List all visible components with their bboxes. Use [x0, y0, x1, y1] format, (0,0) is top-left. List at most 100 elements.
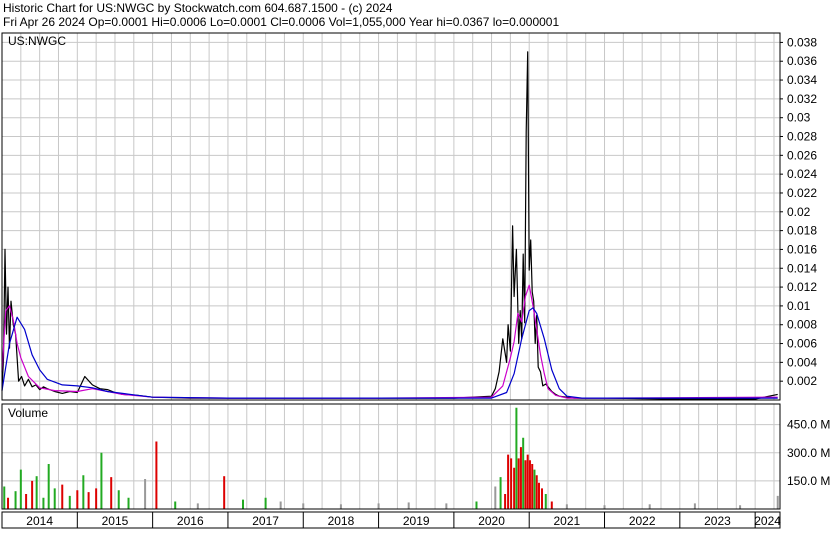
y-tick-label: 0.02	[787, 205, 811, 219]
axis-labels: 2014 2015 2016 2017 2018 2019 2020 2021 2022 2023…	[8, 34, 830, 528]
volume-bar	[494, 486, 497, 509]
volume-bar	[526, 454, 529, 509]
volume-bar	[264, 497, 267, 509]
volume-bar	[510, 458, 513, 509]
y-tick-label: 0.014	[787, 261, 817, 275]
volume-bar	[117, 490, 120, 509]
x-tick-label: 2024	[754, 514, 781, 528]
y-tick-label: 0.012	[787, 280, 817, 294]
x-tick-label: 2017	[252, 514, 279, 528]
volume-bar	[445, 503, 448, 509]
volume-bar	[535, 475, 538, 509]
y-tick-label: 0.016	[787, 242, 817, 256]
volume-bar	[242, 499, 245, 509]
volume-bars	[3, 407, 779, 509]
volume-bar	[82, 475, 85, 509]
volume-bar	[19, 469, 22, 509]
y-tick-label: 0.026	[787, 148, 817, 162]
volume-bar	[565, 504, 568, 509]
volume-bar	[61, 484, 64, 509]
volume-bar	[739, 505, 742, 509]
volume-bar	[100, 452, 103, 509]
volume-bar	[25, 494, 28, 509]
volume-bar	[76, 490, 79, 509]
volume-panel-label: Volume	[8, 406, 48, 420]
y-tick-label: 0.018	[787, 224, 817, 238]
volume-bar	[174, 501, 177, 509]
x-tick-label: 2019	[403, 514, 430, 528]
volume-tick-label: 450.0 M	[787, 418, 830, 432]
volume-bar	[515, 407, 518, 509]
volume-bar	[42, 497, 45, 509]
volume-bar	[3, 486, 6, 509]
volume-bar	[533, 469, 536, 509]
volume-bar	[196, 503, 199, 509]
x-tick-label: 2020	[478, 514, 505, 528]
volume-bar	[550, 501, 553, 509]
volume-bar	[407, 502, 410, 509]
volume-bar	[513, 467, 516, 509]
volume-bar	[648, 504, 651, 509]
y-tick-label: 0.008	[787, 318, 817, 332]
volume-bar	[53, 488, 56, 509]
volume-bar	[155, 441, 158, 509]
y-tick-label: 0.034	[787, 73, 817, 87]
volume-bar	[127, 497, 130, 509]
volume-bar	[14, 491, 17, 509]
volume-bar	[776, 495, 779, 509]
y-tick-label: 0.028	[787, 130, 817, 144]
volume-bar	[7, 497, 10, 509]
y-tick-label: 0.002	[787, 374, 817, 388]
stock-chart: 2014 2015 2016 2017 2018 2019 2020 2021 2022 2023…	[1, 32, 830, 529]
price-panel-label: US:NWGC	[8, 34, 66, 48]
volume-bar	[537, 482, 540, 509]
y-tick-label: 0.036	[787, 54, 817, 68]
volume-bar	[302, 503, 305, 509]
volume-bar	[541, 488, 544, 509]
volume-bar	[693, 503, 696, 509]
volume-bar	[95, 488, 98, 509]
y-tick-label: 0.024	[787, 167, 817, 181]
y-tick-label: 0.01	[787, 299, 811, 313]
volume-bar	[475, 501, 478, 509]
price-frame	[1, 32, 781, 401]
y-tick-label: 0.03	[787, 111, 811, 125]
volume-bar	[68, 495, 71, 509]
volume-bar	[339, 504, 342, 509]
volume-bar	[522, 437, 525, 509]
y-tick-label: 0.004	[787, 355, 817, 369]
y-tick-label: 0.022	[787, 186, 817, 200]
volume-bar	[31, 480, 34, 509]
volume-bar	[504, 494, 507, 509]
x-tick-label: 2022	[629, 514, 656, 528]
volume-bar	[47, 464, 50, 509]
volume-bar	[544, 494, 547, 509]
volume-bar	[603, 505, 606, 509]
volume-bar	[279, 501, 282, 509]
volume-bar	[528, 460, 531, 509]
volume-bar	[110, 477, 113, 509]
volume-tick-label: 150.0 M	[787, 474, 830, 488]
x-tick-label: 2018	[328, 514, 355, 528]
volume-bar	[223, 476, 226, 509]
volume-bar	[499, 477, 502, 509]
volume-bar	[87, 492, 90, 509]
volume-tick-label: 300.0 M	[787, 446, 830, 460]
y-tick-label: 0.038	[787, 35, 817, 49]
x-tick-label: 2023	[704, 514, 731, 528]
volume-bar	[524, 460, 527, 509]
x-tick-label: 2021	[554, 514, 581, 528]
x-tick-label: 2016	[177, 514, 204, 528]
volume-bar	[507, 454, 510, 509]
x-tick-label: 2015	[102, 514, 129, 528]
volume-bar	[144, 479, 147, 509]
y-tick-label: 0.032	[787, 92, 817, 106]
volume-bar	[377, 503, 380, 509]
y-tick-label: 0.006	[787, 337, 817, 351]
grid-layer	[1, 33, 780, 509]
volume-bar	[517, 458, 520, 509]
volume-bar	[35, 476, 38, 509]
chart-frames	[1, 32, 781, 529]
x-tick-label: 2014	[26, 514, 53, 528]
volume-bar	[519, 447, 522, 509]
